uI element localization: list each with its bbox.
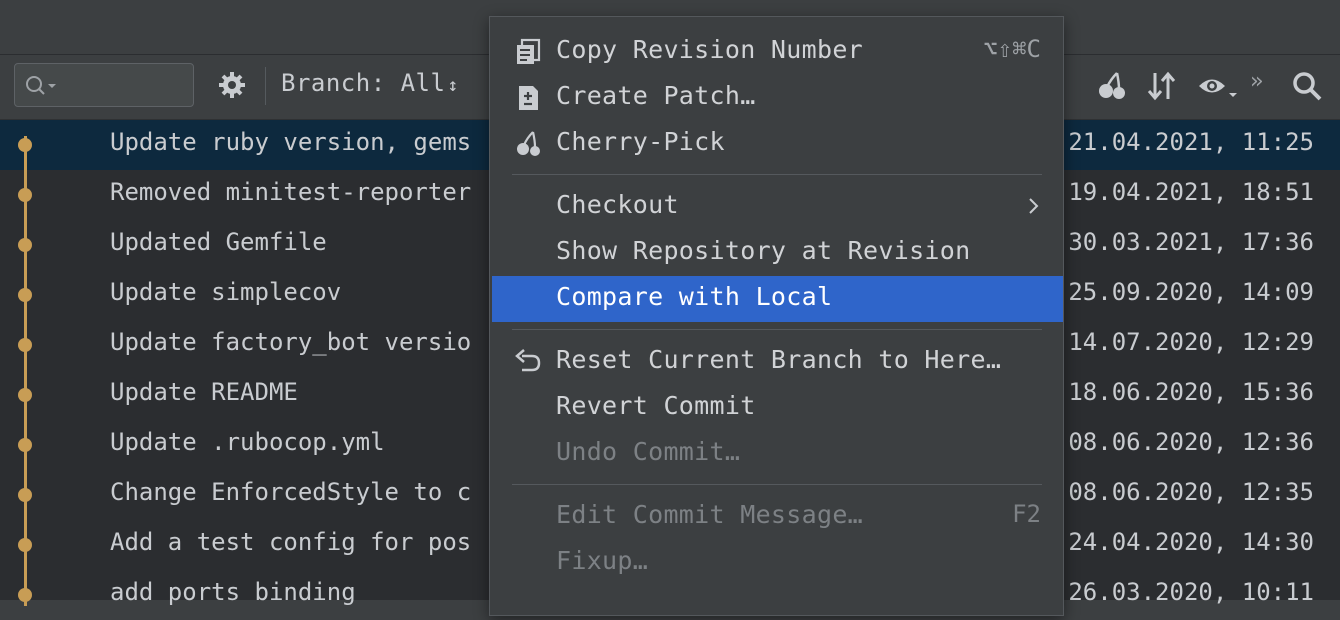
menu-item-create-patch[interactable]: Create Patch…: [490, 75, 1063, 121]
commit-date: 26.03.2020, 10:11: [1068, 578, 1314, 606]
menu-item-cherry-pick[interactable]: Cherry-Pick: [490, 121, 1063, 167]
commit-message: Change EnforcedStyle to c: [110, 478, 472, 506]
shortcut-label: F2: [1012, 500, 1041, 528]
commit-date: 18.06.2020, 15:36: [1068, 378, 1314, 406]
menu-item-reset-branch[interactable]: Reset Current Branch to Here…: [490, 339, 1063, 385]
commit-message: add ports binding: [110, 578, 356, 606]
menu-item-label: Show Repository at Revision: [556, 236, 971, 265]
search-icon: [26, 76, 56, 95]
commit-message: Update .rubocop.yml: [110, 428, 385, 456]
menu-item-label: Undo Commit…: [556, 437, 741, 466]
commit-date: 30.03.2021, 17:36: [1068, 228, 1314, 256]
cherry-icon: [517, 131, 540, 156]
menu-separator: [512, 329, 1042, 330]
commit-date: 14.07.2020, 12:29: [1068, 328, 1314, 356]
branch-filter-arrows: ↕: [447, 75, 459, 96]
patch-icon: [519, 86, 538, 110]
menu-item-label: Compare with Local: [556, 282, 833, 311]
menu-separator: [512, 174, 1042, 175]
commit-graph-line: [24, 136, 27, 606]
menu-item-fixup[interactable]: Fixup…: [490, 540, 1063, 586]
search-icon[interactable]: [1290, 69, 1324, 103]
menu-item-label: Create Patch…: [556, 81, 756, 110]
commit-message: Update ruby version, gems: [110, 128, 472, 156]
chevron-right-icon: [1029, 198, 1039, 214]
commit-message: Updated Gemfile: [110, 228, 327, 256]
branch-filter[interactable]: Branch: All ↕: [281, 69, 459, 97]
eye-icon[interactable]: [1196, 69, 1238, 103]
menu-item-show-repository[interactable]: Show Repository at Revision: [490, 230, 1063, 276]
menu-item-edit-commit-message[interactable]: Edit Commit Message… F2: [490, 494, 1063, 540]
menu-item-copy-revision[interactable]: Copy Revision Number ⌥⇧⌘C: [490, 29, 1063, 75]
shortcut-label: ⌥⇧⌘C: [983, 35, 1041, 63]
menu-item-label: Reset Current Branch to Here…: [556, 345, 1002, 374]
sort-icon[interactable]: [1145, 69, 1179, 103]
menu-item-label: Fixup…: [556, 546, 649, 575]
toolbar-separator: [265, 67, 266, 105]
commit-date: 08.06.2020, 12:35: [1068, 478, 1314, 506]
commit-message: Update simplecov: [110, 278, 342, 306]
menu-item-label: Edit Commit Message…: [556, 500, 864, 529]
commit-date: 08.06.2020, 12:36: [1068, 428, 1314, 456]
menu-item-compare-with-local[interactable]: Compare with Local: [492, 276, 1063, 322]
branch-filter-label: Branch: All: [281, 69, 446, 97]
menu-item-label: Copy Revision Number: [556, 35, 864, 64]
search-input[interactable]: [14, 63, 194, 107]
commit-message: Removed minitest-reporter: [110, 178, 472, 206]
menu-item-label: Revert Commit: [556, 391, 756, 420]
commit-date: 19.04.2021, 18:51: [1068, 178, 1314, 206]
undo-icon: [515, 349, 541, 372]
commit-date: 21.04.2021, 11:25: [1068, 128, 1314, 156]
menu-item-revert-commit[interactable]: Revert Commit: [490, 385, 1063, 431]
commit-date: 25.09.2020, 14:09: [1068, 278, 1314, 306]
menu-item-label: Checkout: [556, 190, 679, 219]
commit-date: 24.04.2020, 14:30: [1068, 528, 1314, 556]
more-chevron-icon[interactable]: »: [1250, 69, 1263, 94]
menu-separator: [512, 484, 1042, 485]
menu-item-undo-commit[interactable]: Undo Commit…: [490, 431, 1063, 477]
commit-message: Update README: [110, 378, 298, 406]
cherry-pick-icon[interactable]: [1095, 69, 1129, 103]
menu-item-checkout[interactable]: Checkout: [490, 184, 1063, 230]
copy-icon: [517, 38, 541, 64]
context-menu: Copy Revision Number ⌥⇧⌘C Create Patch… …: [489, 16, 1064, 616]
gear-icon[interactable]: [217, 70, 247, 100]
menu-item-label: Cherry-Pick: [556, 127, 725, 156]
commit-message: Update factory_bot versio: [110, 328, 472, 356]
commit-message: Add a test config for pos: [110, 528, 472, 556]
